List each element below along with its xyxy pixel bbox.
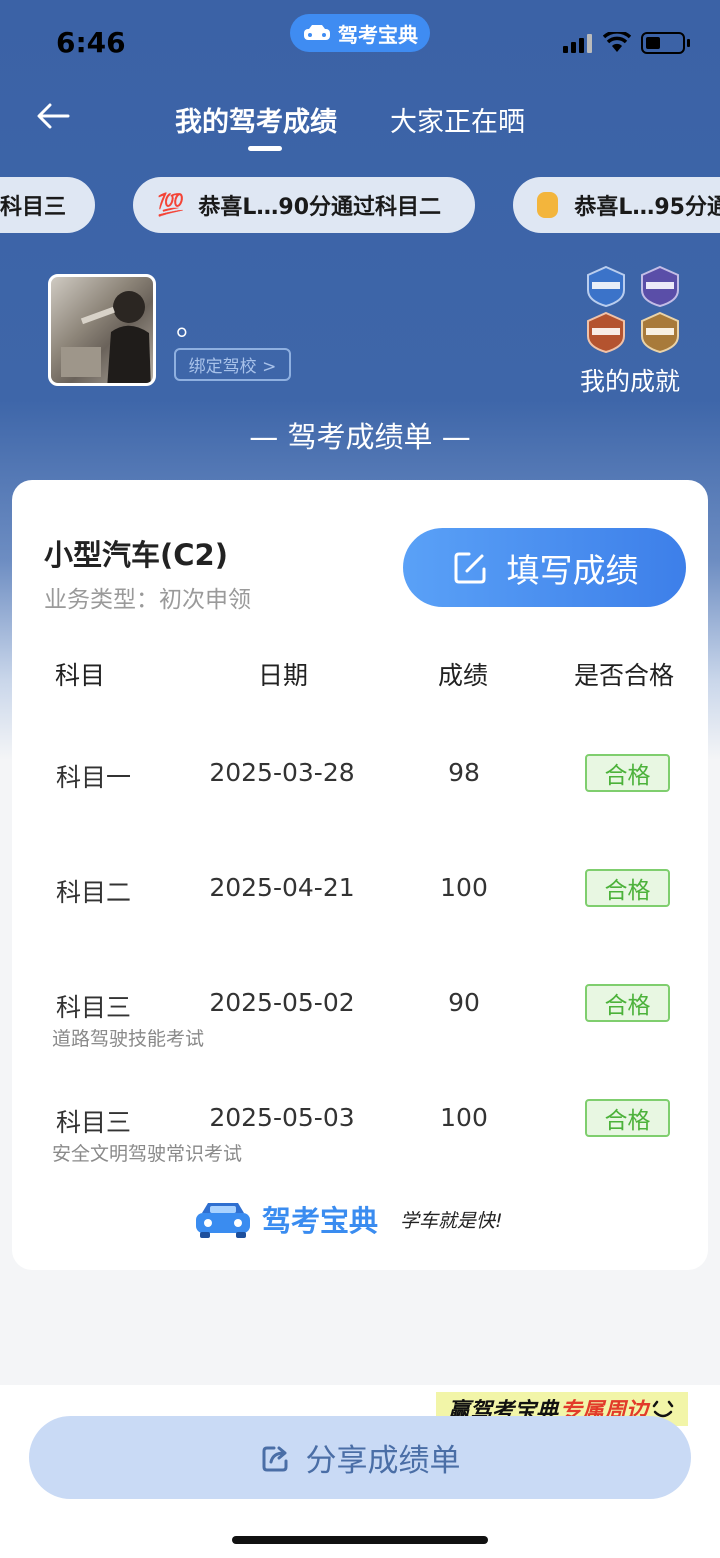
- table-row[interactable]: 科目三 2025-05-02 90 合格 道路驾驶技能考试: [12, 984, 708, 1068]
- table-row[interactable]: 科目三 2025-05-03 100 合格 安全文明驾驶常识考试: [12, 1099, 708, 1183]
- back-arrow-icon[interactable]: [34, 96, 74, 136]
- table-row[interactable]: 科目二 2025-04-21 100 合格: [12, 869, 708, 953]
- row-subject: 科目一: [56, 763, 132, 792]
- row-score: 90: [448, 988, 480, 1017]
- car-logo-icon: [196, 1203, 250, 1238]
- ticker-chip-text: 科目三: [0, 195, 67, 220]
- tab-my-scores[interactable]: 我的驾考成绩: [175, 100, 337, 139]
- tab-everyone-sharing[interactable]: 大家正在晒: [390, 100, 525, 139]
- score-card: 小型汽车(C2) 业务类型：初次申领 填写成绩 科目 日期 成绩 是否合格 科目…: [12, 480, 708, 1270]
- business-type: 业务类型：初次申领: [44, 587, 251, 613]
- brand-slogan: 学车就是快!: [400, 1209, 503, 1232]
- status-icons: [563, 32, 690, 54]
- header-pass: 是否合格: [574, 661, 675, 690]
- row-exam-type: 道路驾驶技能考试: [52, 1028, 205, 1050]
- badge-icon: [641, 311, 679, 354]
- home-indicator[interactable]: [232, 1536, 488, 1544]
- badge-icon: [587, 265, 625, 308]
- table-row[interactable]: 科目一 2025-03-28 98 合格: [12, 754, 708, 838]
- battery-cap: [687, 39, 690, 47]
- share-icon: [262, 1446, 287, 1471]
- wifi-icon: [603, 32, 631, 52]
- car-icon: [304, 25, 330, 40]
- share-label: 分享成绩单: [305, 1443, 461, 1479]
- achievement-badges[interactable]: [584, 264, 684, 356]
- header-score: 成绩: [438, 661, 489, 690]
- share-scores-button[interactable]: 分享成绩单: [29, 1416, 691, 1499]
- username: 。: [176, 308, 206, 343]
- battery-icon: [641, 32, 685, 54]
- car-type: 小型汽车(C2): [44, 538, 228, 572]
- row-subject: 科目三: [56, 993, 132, 1022]
- header-date: 日期: [258, 661, 309, 690]
- section-title: — 驾考成绩单 —: [249, 420, 471, 454]
- fill-score-label: 填写成绩: [506, 550, 639, 590]
- brand-logo: 驾考宝典 学车就是快!: [194, 1198, 503, 1240]
- ticker-chip-text: 恭喜L…90分通过科目二: [198, 195, 442, 220]
- ticker-chip[interactable]: 恭喜L…95分通: [513, 177, 720, 233]
- edit-icon: [454, 552, 485, 583]
- badge-icon: [641, 265, 679, 308]
- bind-school-button[interactable]: 绑定驾校 >: [174, 348, 291, 381]
- pass-badge: 合格: [585, 754, 670, 792]
- app-pill-label: 驾考宝典: [338, 22, 418, 47]
- row-subject: 科目三: [56, 1108, 132, 1137]
- ticker-chip[interactable]: 💯 恭喜L…90分通过科目二: [133, 177, 475, 233]
- app-pill[interactable]: 驾考宝典: [290, 14, 430, 52]
- avatar-photo: [61, 291, 151, 383]
- row-score: 100: [440, 1103, 488, 1132]
- row-date: 2025-03-28: [209, 758, 355, 787]
- clapping-hands-icon: [537, 192, 559, 218]
- ticker-chip-text: 恭喜L…95分通: [574, 195, 720, 220]
- fill-score-button[interactable]: 填写成绩: [403, 528, 686, 607]
- pass-badge: 合格: [585, 869, 670, 907]
- row-exam-type: 安全文明驾驶常识考试: [52, 1143, 243, 1165]
- status-time: 6:46: [56, 26, 126, 59]
- pass-badge: 合格: [585, 1099, 670, 1137]
- row-score: 100: [440, 873, 488, 902]
- signal-icon: [563, 34, 592, 53]
- pass-badge: 合格: [585, 984, 670, 1022]
- row-subject: 科目二: [56, 878, 132, 907]
- header-subject: 科目: [55, 661, 106, 690]
- brand-name: 驾考宝典: [262, 1204, 379, 1238]
- avatar[interactable]: [48, 274, 156, 386]
- row-score: 98: [448, 758, 480, 787]
- row-date: 2025-05-03: [209, 1103, 355, 1132]
- status-bar: 6:46 驾考宝典: [0, 0, 720, 80]
- row-date: 2025-05-02: [209, 988, 355, 1017]
- row-date: 2025-04-21: [209, 873, 355, 902]
- ticker-chip[interactable]: 科目三: [0, 177, 95, 233]
- achievements-label[interactable]: 我的成就: [580, 362, 680, 398]
- active-tab-indicator: [248, 146, 282, 151]
- hundred-points-icon: 💯: [157, 192, 185, 218]
- badge-icon: [587, 311, 625, 354]
